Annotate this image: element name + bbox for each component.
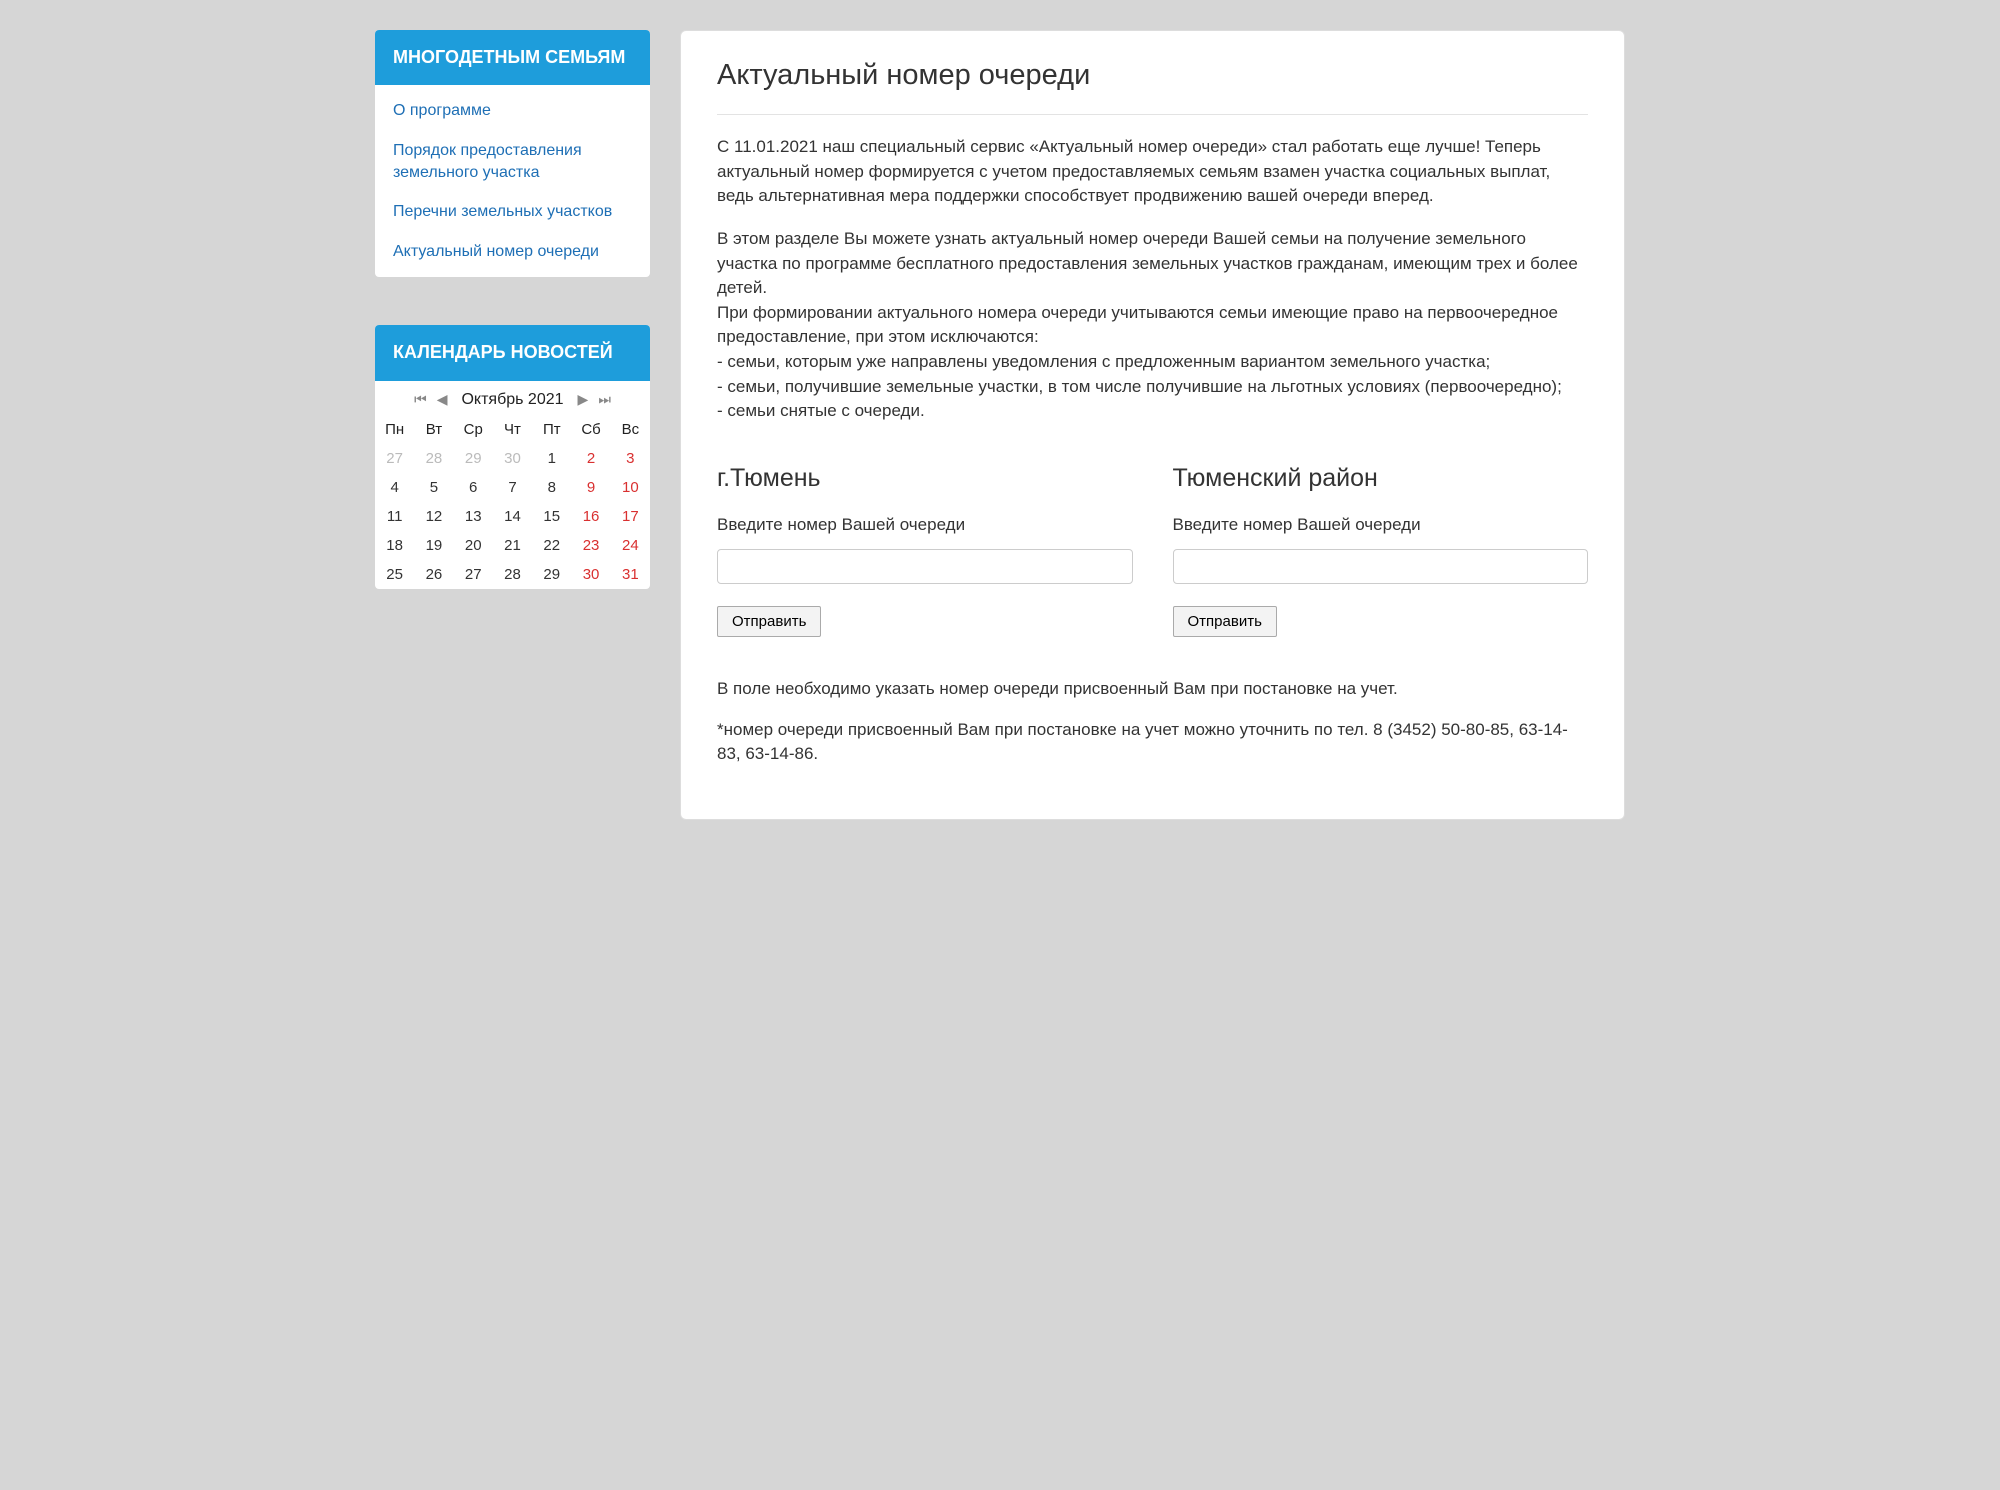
nav-link-procedure[interactable]: Порядок предоставления земельного участк… — [375, 131, 650, 192]
nav-link-queue-number[interactable]: Актуальный номер очереди — [375, 232, 650, 272]
calendar-day[interactable]: 18 — [375, 531, 414, 560]
nav-link-about[interactable]: О программе — [375, 91, 650, 131]
calendar-day[interactable]: 29 — [454, 444, 493, 473]
calendar-weekday: Вс — [611, 415, 650, 444]
calendar-day[interactable]: 29 — [532, 560, 571, 589]
form-label-city: Введите номер Вашей очереди — [717, 515, 1133, 535]
sidebar-menu-widget: МНОГОДЕТНЫМ СЕМЬЯМ О программе Порядок п… — [375, 30, 650, 277]
calendar-next-icon[interactable]: ▶ — [576, 391, 591, 408]
calendar-day[interactable]: 5 — [414, 473, 453, 502]
form-tyumen-city: г.Тюмень Введите номер Вашей очереди Отп… — [717, 464, 1133, 637]
calendar-day[interactable]: 8 — [532, 473, 571, 502]
calendar-day[interactable]: 15 — [532, 502, 571, 531]
sidebar-menu-title: МНОГОДЕТНЫМ СЕМЬЯМ — [375, 30, 650, 85]
calendar-day[interactable]: 13 — [454, 502, 493, 531]
calendar-day[interactable]: 28 — [414, 444, 453, 473]
main-content: Актуальный номер очереди С 11.01.2021 на… — [680, 30, 1625, 820]
calendar-day[interactable]: 7 — [493, 473, 532, 502]
calendar-widget: КАЛЕНДАРЬ НОВОСТЕЙ ⏮ ◀ Октябрь 2021 ▶ ⏭ … — [375, 325, 650, 588]
calendar-day[interactable]: 4 — [375, 473, 414, 502]
calendar-day[interactable]: 11 — [375, 502, 414, 531]
calendar-weekday: Чт — [493, 415, 532, 444]
calendar-day[interactable]: 25 — [375, 560, 414, 589]
queue-input-city[interactable] — [717, 549, 1133, 584]
calendar-weekday-row: ПнВтСрЧтПтСбВс — [375, 415, 650, 444]
calendar-row: 25262728293031 — [375, 560, 650, 589]
calendar-day[interactable]: 23 — [571, 531, 610, 560]
form-tyumen-district: Тюменский район Введите номер Вашей очер… — [1173, 464, 1589, 637]
calendar-day[interactable]: 26 — [414, 560, 453, 589]
calendar-day[interactable]: 14 — [493, 502, 532, 531]
calendar-day[interactable]: 9 — [571, 473, 610, 502]
calendar-month-label: Октябрь 2021 — [455, 391, 569, 409]
submit-button-district[interactable]: Отправить — [1173, 606, 1277, 637]
calendar-day[interactable]: 27 — [454, 560, 493, 589]
queue-forms: г.Тюмень Введите номер Вашей очереди Отп… — [717, 464, 1588, 637]
calendar-day[interactable]: 1 — [532, 444, 571, 473]
queue-input-district[interactable] — [1173, 549, 1589, 584]
calendar-day[interactable]: 30 — [493, 444, 532, 473]
calendar-row: 11121314151617 — [375, 502, 650, 531]
calendar-day[interactable]: 3 — [611, 444, 650, 473]
sidebar-menu-body: О программе Порядок предоставления земел… — [375, 85, 650, 277]
calendar-weekday: Пт — [532, 415, 571, 444]
calendar-day[interactable]: 19 — [414, 531, 453, 560]
calendar-row: 45678910 — [375, 473, 650, 502]
calendar-day[interactable]: 17 — [611, 502, 650, 531]
calendar-day[interactable]: 30 — [571, 560, 610, 589]
calendar-day[interactable]: 2 — [571, 444, 610, 473]
calendar-weekday: Вт — [414, 415, 453, 444]
calendar-weekday: Пн — [375, 415, 414, 444]
calendar-day[interactable]: 12 — [414, 502, 453, 531]
calendar-prev-icon[interactable]: ◀ — [435, 391, 450, 408]
calendar-day[interactable]: 21 — [493, 531, 532, 560]
calendar-day[interactable]: 27 — [375, 444, 414, 473]
footnote-2: *номер очереди присвоенный Вам при поста… — [717, 718, 1588, 767]
calendar-last-icon[interactable]: ⏭ — [596, 391, 613, 408]
calendar-day[interactable]: 6 — [454, 473, 493, 502]
form-heading-district: Тюменский район — [1173, 464, 1589, 493]
page-title: Актуальный номер очереди — [717, 59, 1588, 92]
form-label-district: Введите номер Вашей очереди — [1173, 515, 1589, 535]
calendar-day[interactable]: 20 — [454, 531, 493, 560]
calendar-weekday: Ср — [454, 415, 493, 444]
intro-paragraph-1: С 11.01.2021 наш специальный сервис «Акт… — [717, 135, 1588, 209]
intro-paragraph-2: В этом разделе Вы можете узнать актуальн… — [717, 227, 1588, 424]
title-divider — [717, 114, 1588, 115]
calendar-body: 2728293012345678910111213141516171819202… — [375, 444, 650, 589]
calendar-row: 27282930123 — [375, 444, 650, 473]
footnote-1: В поле необходимо указать номер очереди … — [717, 677, 1588, 702]
calendar-day[interactable]: 24 — [611, 531, 650, 560]
calendar-row: 18192021222324 — [375, 531, 650, 560]
calendar-weekday: Сб — [571, 415, 610, 444]
calendar-first-icon[interactable]: ⏮ — [412, 391, 429, 408]
calendar-table: ПнВтСрЧтПтСбВс 2728293012345678910111213… — [375, 415, 650, 589]
submit-button-city[interactable]: Отправить — [717, 606, 821, 637]
calendar-day[interactable]: 22 — [532, 531, 571, 560]
nav-link-land-lists[interactable]: Перечни земельных участков — [375, 192, 650, 232]
calendar-nav: ⏮ ◀ Октябрь 2021 ▶ ⏭ — [375, 381, 650, 415]
form-heading-city: г.Тюмень — [717, 464, 1133, 493]
calendar-day[interactable]: 16 — [571, 502, 610, 531]
calendar-day[interactable]: 28 — [493, 560, 532, 589]
calendar-title: КАЛЕНДАРЬ НОВОСТЕЙ — [375, 325, 650, 380]
calendar-day[interactable]: 31 — [611, 560, 650, 589]
calendar-day[interactable]: 10 — [611, 473, 650, 502]
